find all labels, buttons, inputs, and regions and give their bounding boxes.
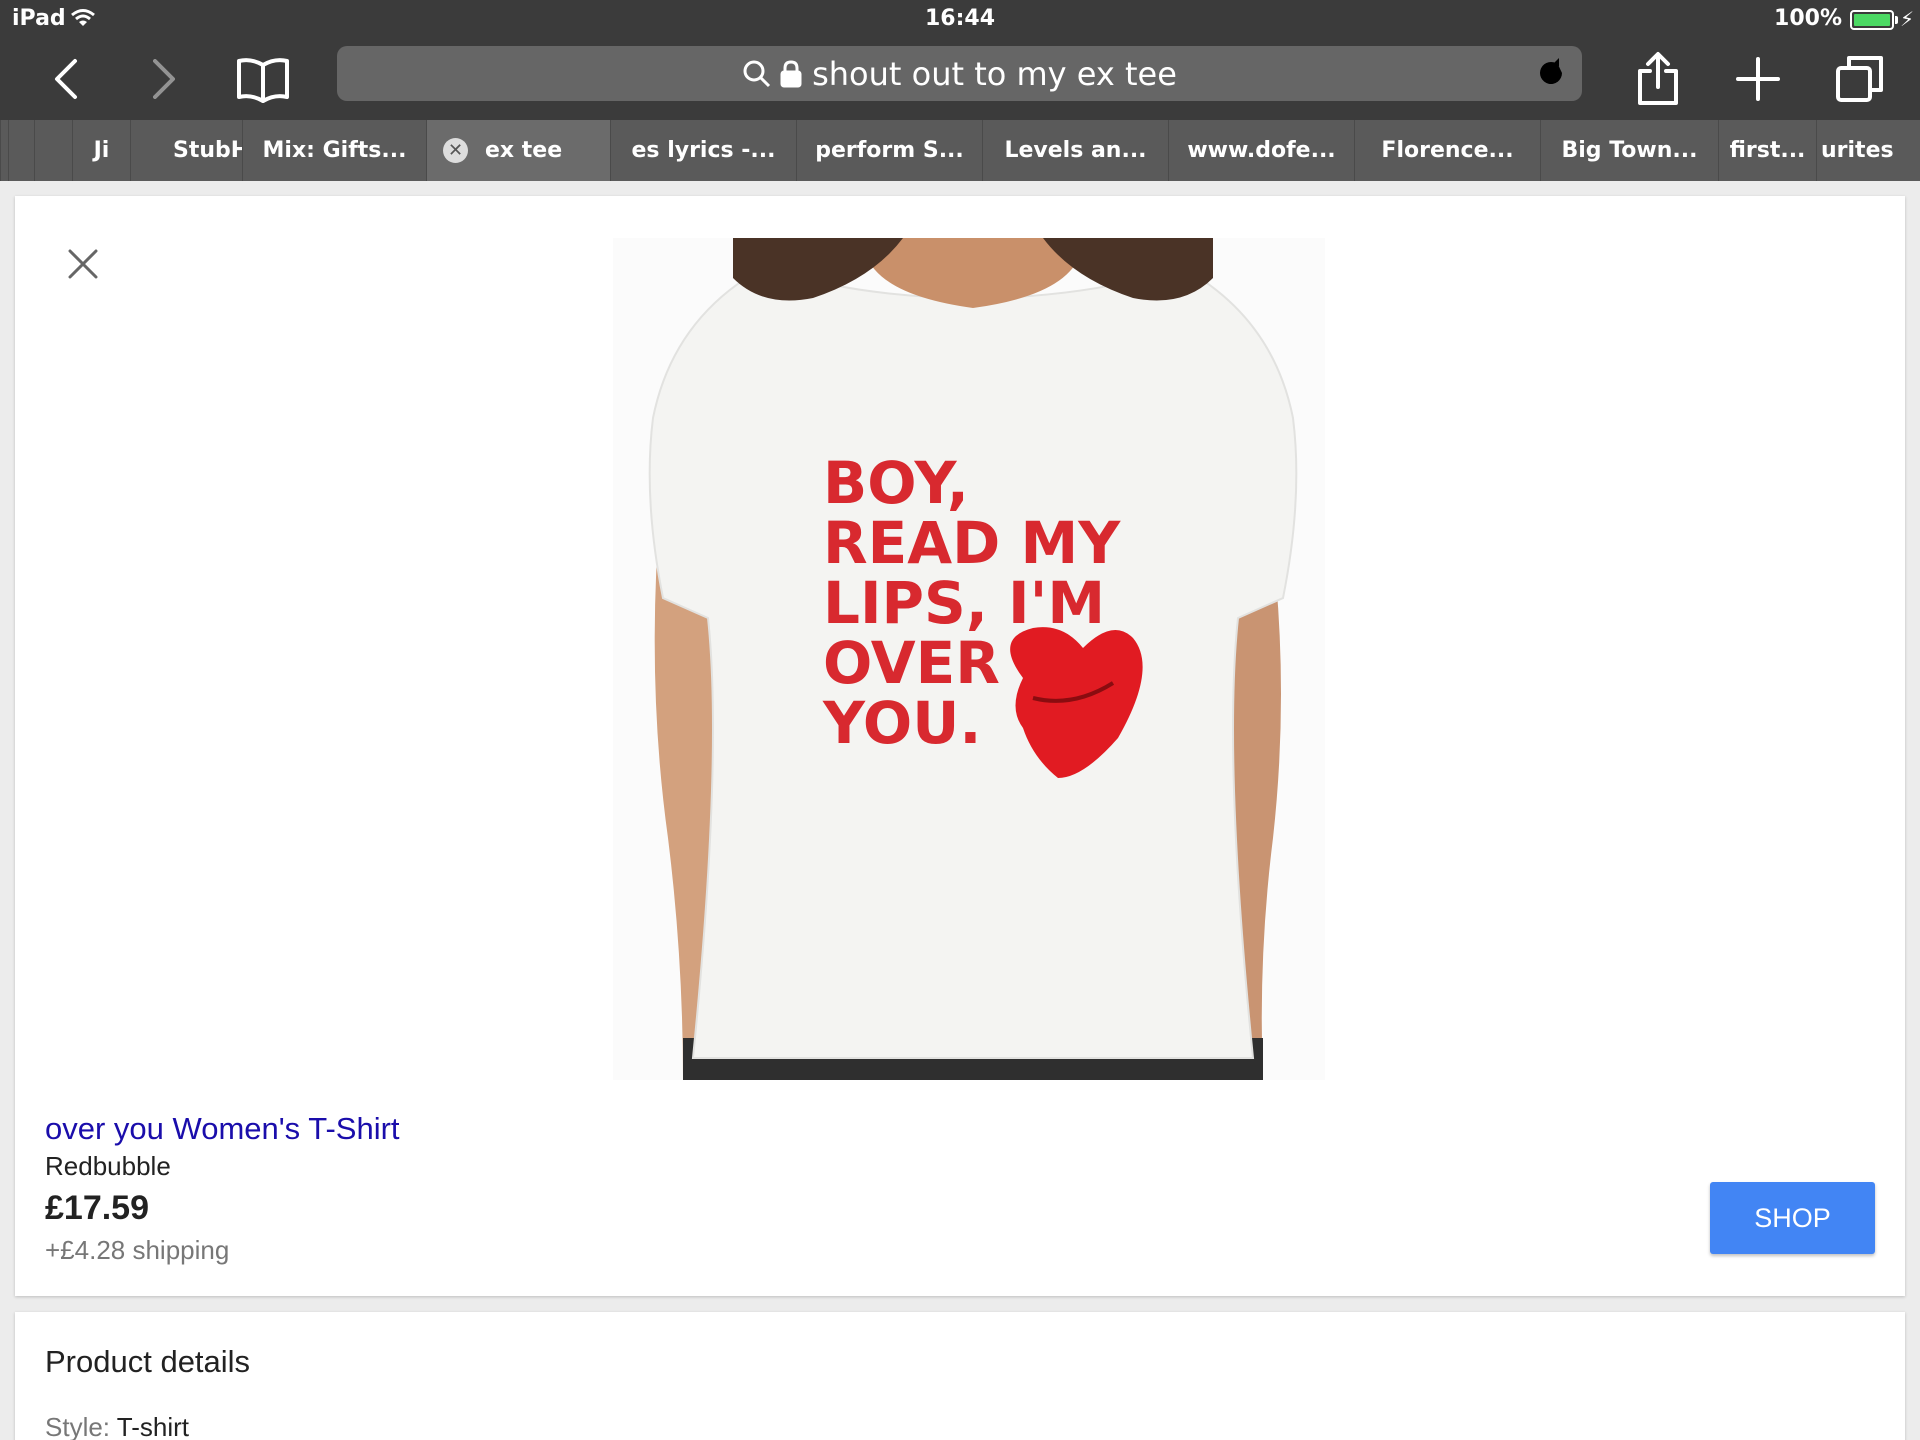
shirt-print-line: YOU.: [822, 689, 981, 757]
tab-label: Florence...: [1381, 138, 1514, 163]
search-icon: [743, 60, 771, 87]
tab-label: urites: [1821, 138, 1894, 163]
tab-item[interactable]: Ji: [72, 120, 130, 181]
style-label: Style:: [45, 1412, 117, 1440]
tab-strip: Ji StubH Mix: Gifts... ✕ ex tee es lyric…: [0, 120, 1920, 181]
product-details-card: Product details Style: T-shirt: [15, 1312, 1905, 1440]
tabs-button[interactable]: [1832, 38, 1888, 120]
search-query: shout out to my ex tee: [812, 54, 1177, 93]
share-icon: [1638, 52, 1678, 105]
tab-item[interactable]: first...: [1718, 120, 1816, 181]
product-details-heading: Product details: [45, 1344, 251, 1379]
close-button[interactable]: [49, 230, 117, 298]
bookmarks-button[interactable]: [232, 38, 294, 120]
forward-icon: [153, 59, 175, 99]
shirt-print-line: OVER: [823, 629, 1000, 697]
back-button[interactable]: [40, 38, 92, 120]
shop-button[interactable]: SHOP: [1710, 1182, 1875, 1254]
battery-percent: 100%: [1774, 6, 1842, 31]
tab-item[interactable]: www.dofe...: [1168, 120, 1354, 181]
tabs-icon: [1836, 56, 1883, 102]
bookmarks-icon: [237, 58, 289, 103]
product-card: BOY, READ MY LIPS, I'M OVER YOU. over yo…: [15, 196, 1905, 1296]
shirt-print-line: BOY,: [823, 449, 969, 517]
tab-active[interactable]: ✕ ex tee: [426, 120, 610, 181]
new-tab-icon: [1736, 57, 1780, 101]
battery-icon: [1850, 10, 1894, 30]
battery-cap: [1895, 16, 1898, 24]
shipping-cost: +£4.28 shipping: [45, 1235, 230, 1265]
seller-name: Redbubble: [45, 1151, 171, 1181]
tab-label: ex tee: [485, 138, 563, 163]
style-row: Style: T-shirt: [45, 1412, 189, 1440]
tab-label: StubH: [173, 138, 242, 163]
forward-button[interactable]: [138, 38, 190, 120]
charging-icon: ⚡: [1899, 7, 1914, 31]
status-bar: iPad 16:44 100% ⚡: [0, 0, 1920, 38]
tab-label: Levels an...: [1004, 138, 1147, 163]
tab-item[interactable]: Levels an...: [982, 120, 1168, 181]
product-image[interactable]: BOY, READ MY LIPS, I'M OVER YOU.: [613, 238, 1325, 1080]
style-value: T-shirt: [116, 1412, 190, 1440]
close-tab-icon[interactable]: ✕: [443, 138, 468, 163]
reload-button[interactable]: [1534, 56, 1568, 95]
tab-stack-edge[interactable]: [8, 120, 34, 181]
close-icon: [68, 249, 98, 279]
shirt-print-line: LIPS, I'M: [823, 569, 1105, 637]
tab-item[interactable]: Mix: Gifts...: [242, 120, 426, 181]
lock-icon: [780, 59, 802, 87]
reload-icon: [1540, 58, 1562, 84]
tab-label: www.dofe...: [1187, 138, 1336, 163]
tab-label: Big Town...: [1561, 138, 1698, 163]
share-button[interactable]: [1632, 38, 1684, 120]
product-price: £17.59: [45, 1189, 149, 1227]
new-tab-button[interactable]: [1732, 38, 1784, 120]
battery-level: [1854, 14, 1890, 26]
product-title-link[interactable]: over you Women's T-Shirt: [45, 1111, 400, 1147]
back-icon: [55, 59, 77, 99]
tab-label: Ji: [93, 138, 110, 163]
tab-label: Mix: Gifts...: [262, 138, 407, 163]
tab-stack-edge[interactable]: [34, 120, 72, 181]
tab-item[interactable]: Florence...: [1354, 120, 1540, 181]
tab-label: es lyrics -...: [631, 138, 776, 163]
clock: 16:44: [924, 6, 996, 31]
tab-item[interactable]: urites: [1816, 120, 1920, 181]
tab-item[interactable]: es lyrics -...: [610, 120, 796, 181]
tab-label: perform S...: [815, 138, 964, 163]
tab-item[interactable]: perform S...: [796, 120, 982, 181]
shirt-print-line: READ MY: [823, 509, 1121, 577]
tab-label: first...: [1729, 138, 1806, 163]
address-bar[interactable]: shout out to my ex tee: [337, 46, 1582, 101]
tab-item[interactable]: StubH: [130, 120, 242, 181]
tab-item[interactable]: Big Town...: [1540, 120, 1718, 181]
browser-toolbar: shout out to my ex tee: [0, 38, 1920, 120]
tab-stack-edge[interactable]: [0, 120, 8, 181]
